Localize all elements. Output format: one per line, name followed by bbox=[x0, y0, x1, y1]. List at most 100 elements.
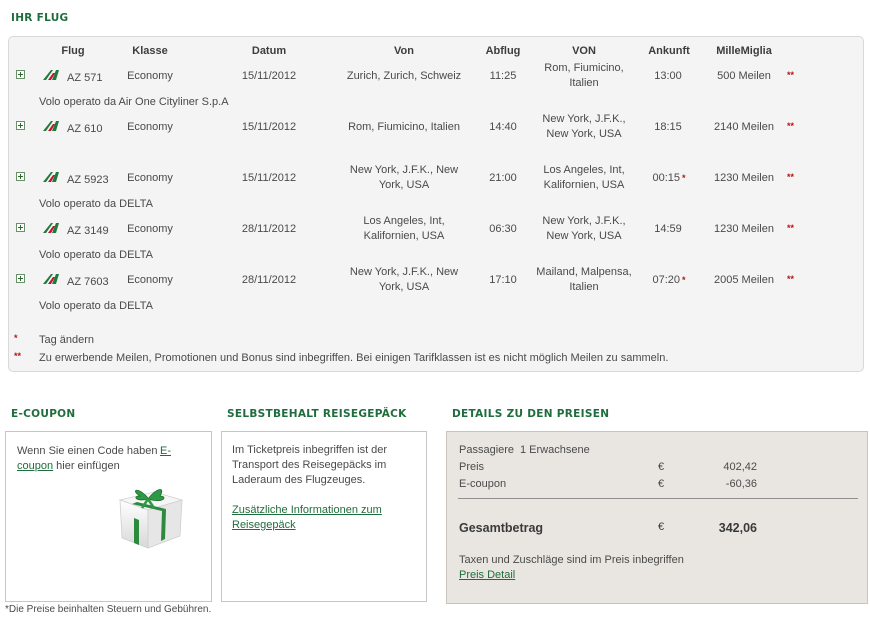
alitalia-logo-icon bbox=[43, 172, 59, 182]
operated-by: Volo operato da DELTA bbox=[39, 249, 153, 261]
flight-class: Economy bbox=[127, 222, 173, 235]
flight-arrival: 18:15 bbox=[654, 120, 682, 133]
flight-date: 15/11/2012 bbox=[241, 171, 297, 184]
note-marker: ** bbox=[14, 351, 22, 361]
flight-number[interactable]: AZ 7603 bbox=[67, 276, 109, 288]
baggage-info-link[interactable]: Reisegepäck bbox=[232, 518, 296, 533]
price-label: Preis bbox=[459, 461, 485, 473]
baggage-info-link[interactable]: Zusätzliche Informationen zum bbox=[232, 503, 382, 518]
flight-number[interactable]: AZ 5923 bbox=[67, 174, 109, 186]
expand-plus-icon[interactable] bbox=[16, 274, 25, 283]
price-currency: € bbox=[658, 461, 665, 473]
footnote: *Die Preise beinhalten Steuern und Gebüh… bbox=[5, 604, 212, 615]
alitalia-logo-icon bbox=[43, 70, 59, 80]
flight-row: AZ 3149 Economy 28/11/2012 Los Angeles, Int… bbox=[9, 212, 865, 261]
flight-class: Economy bbox=[127, 273, 173, 286]
miles-marker: ** bbox=[787, 274, 795, 284]
flight-to: Mailand, Malpensa, Italien bbox=[536, 266, 632, 293]
flight-to: Los Angeles, Int, Kalifornien, USA bbox=[543, 164, 625, 191]
prices-title: DETAILS ZU DEN PREISEN bbox=[452, 408, 610, 420]
flight-miles: 1230 Meilen bbox=[714, 171, 774, 184]
header-flug: Flug bbox=[61, 45, 85, 57]
flight-arrival-cell: 00:15 * bbox=[640, 161, 698, 195]
header-ankunft: Ankunft bbox=[648, 45, 690, 57]
day-change-marker: * bbox=[682, 172, 686, 183]
flight-date: 28/11/2012 bbox=[241, 222, 297, 235]
flight-departure: 06:30 bbox=[489, 222, 517, 235]
expand-plus-icon[interactable] bbox=[16, 223, 25, 232]
header-nach: VON bbox=[572, 45, 596, 57]
header-von: Von bbox=[394, 45, 414, 57]
price-detail-link[interactable]: Preis Detail bbox=[459, 569, 515, 581]
flight-miles: 2005 Meilen bbox=[714, 273, 774, 286]
header-datum: Datum bbox=[251, 45, 287, 57]
total-label: Gesamtbetrag bbox=[459, 521, 544, 535]
ecoupon-price-label: E-coupon bbox=[459, 478, 507, 490]
flight-from: New York, J.F.K., New York, USA bbox=[349, 164, 459, 191]
ecoupon-box: Wenn Sie einen Code haben E- coupon hier… bbox=[5, 431, 212, 602]
flight-class: Economy bbox=[127, 120, 173, 133]
total-currency: € bbox=[658, 521, 665, 533]
flight-date: 15/11/2012 bbox=[241, 69, 297, 82]
flight-number[interactable]: AZ 610 bbox=[67, 123, 102, 135]
ecoupon-price-amount: -60,36 bbox=[725, 478, 757, 490]
alitalia-logo-icon bbox=[43, 223, 59, 233]
miles-marker: ** bbox=[787, 121, 795, 131]
expand-plus-icon[interactable] bbox=[16, 172, 25, 181]
flight-table: Flug Klasse Datum Von Abflug VON Ankunft… bbox=[8, 36, 864, 372]
flight-from: Zurich, Zurich, Schweiz bbox=[346, 69, 462, 82]
header-klasse: Klasse bbox=[132, 45, 168, 57]
flight-number[interactable]: AZ 571 bbox=[67, 72, 102, 84]
header-meilen: MilleMiglia bbox=[716, 45, 772, 57]
ecoupon-price-currency: € bbox=[658, 478, 665, 490]
flight-miles: 500 Meilen bbox=[717, 69, 771, 82]
total-amount: 342,06 bbox=[718, 521, 757, 535]
miles-marker: ** bbox=[787, 172, 795, 182]
ecoupon-text-after: hier einfügen bbox=[56, 460, 120, 472]
baggage-text: Im Ticketpreis inbegriffen ist der Trans… bbox=[232, 444, 388, 486]
flight-row: AZ 5923 Economy 15/11/2012 New York, J.F.K.… bbox=[9, 161, 865, 210]
miles-marker: ** bbox=[787, 223, 795, 233]
flight-miles: 2140 Meilen bbox=[714, 120, 774, 133]
ecoupon-link[interactable]: E- bbox=[160, 444, 171, 459]
ecoupon-link[interactable]: coupon bbox=[17, 460, 53, 472]
baggage-box: Im Ticketpreis inbegriffen ist der Trans… bbox=[221, 431, 427, 602]
ecoupon-text: Wenn Sie einen Code haben bbox=[17, 445, 158, 457]
flight-departure: 21:00 bbox=[489, 171, 517, 184]
flight-to: New York, J.F.K., New York, USA bbox=[542, 215, 626, 242]
header-abflug: Abflug bbox=[485, 45, 521, 57]
flight-row: AZ 571 Economy 15/11/2012 Zurich, Zurich, S… bbox=[9, 59, 865, 108]
flight-arrival: 13:00 bbox=[654, 69, 682, 82]
flight-number[interactable]: AZ 3149 bbox=[67, 225, 109, 237]
flight-date: 15/11/2012 bbox=[241, 120, 297, 133]
flight-date: 28/11/2012 bbox=[241, 273, 297, 286]
prices-box: Passagiere 1 Erwachsene Preis € 402,42 E… bbox=[446, 431, 868, 604]
operated-by: Volo operato da Air One Cityliner S.p.A bbox=[39, 96, 229, 108]
flight-arrival: 14:59 bbox=[654, 222, 682, 235]
taxes-note: Taxen und Zuschläge sind im Preis inbegr… bbox=[459, 554, 684, 566]
expand-plus-icon[interactable] bbox=[16, 70, 25, 79]
flight-row: AZ 7603 Economy 28/11/2012 New York, J.F.K.… bbox=[9, 263, 865, 312]
flight-to: New York, J.F.K., New York, USA bbox=[542, 113, 626, 140]
gift-icon bbox=[118, 489, 184, 549]
operated-by: Volo operato da DELTA bbox=[39, 198, 153, 210]
price-divider bbox=[458, 498, 858, 499]
note-text: Tag ändern bbox=[39, 334, 95, 346]
flight-section-title: IHR FLUG bbox=[11, 12, 69, 24]
flight-to: Rom, Fiumicino, Italien bbox=[544, 62, 624, 89]
ecoupon-title: E-COUPON bbox=[11, 408, 76, 420]
flight-class: Economy bbox=[127, 171, 173, 184]
expand-plus-icon[interactable] bbox=[16, 121, 25, 130]
flight-arrival: 07:20 bbox=[652, 273, 680, 286]
flight-arrival-cell: 13:00 bbox=[640, 59, 698, 93]
flight-from: New York, J.F.K., New York, USA bbox=[349, 266, 459, 293]
alitalia-logo-icon bbox=[43, 274, 59, 284]
flight-miles: 1230 Meilen bbox=[714, 222, 774, 235]
flight-arrival: 00:15 bbox=[652, 171, 680, 184]
flight-class: Economy bbox=[127, 69, 173, 82]
flight-arrival-cell: 18:15 bbox=[640, 110, 698, 144]
passengers-label: Passagiere bbox=[459, 444, 515, 456]
note-marker: * bbox=[14, 333, 18, 343]
flight-departure: 17:10 bbox=[489, 273, 517, 286]
flight-arrival-cell: 07:20 * bbox=[640, 263, 698, 297]
